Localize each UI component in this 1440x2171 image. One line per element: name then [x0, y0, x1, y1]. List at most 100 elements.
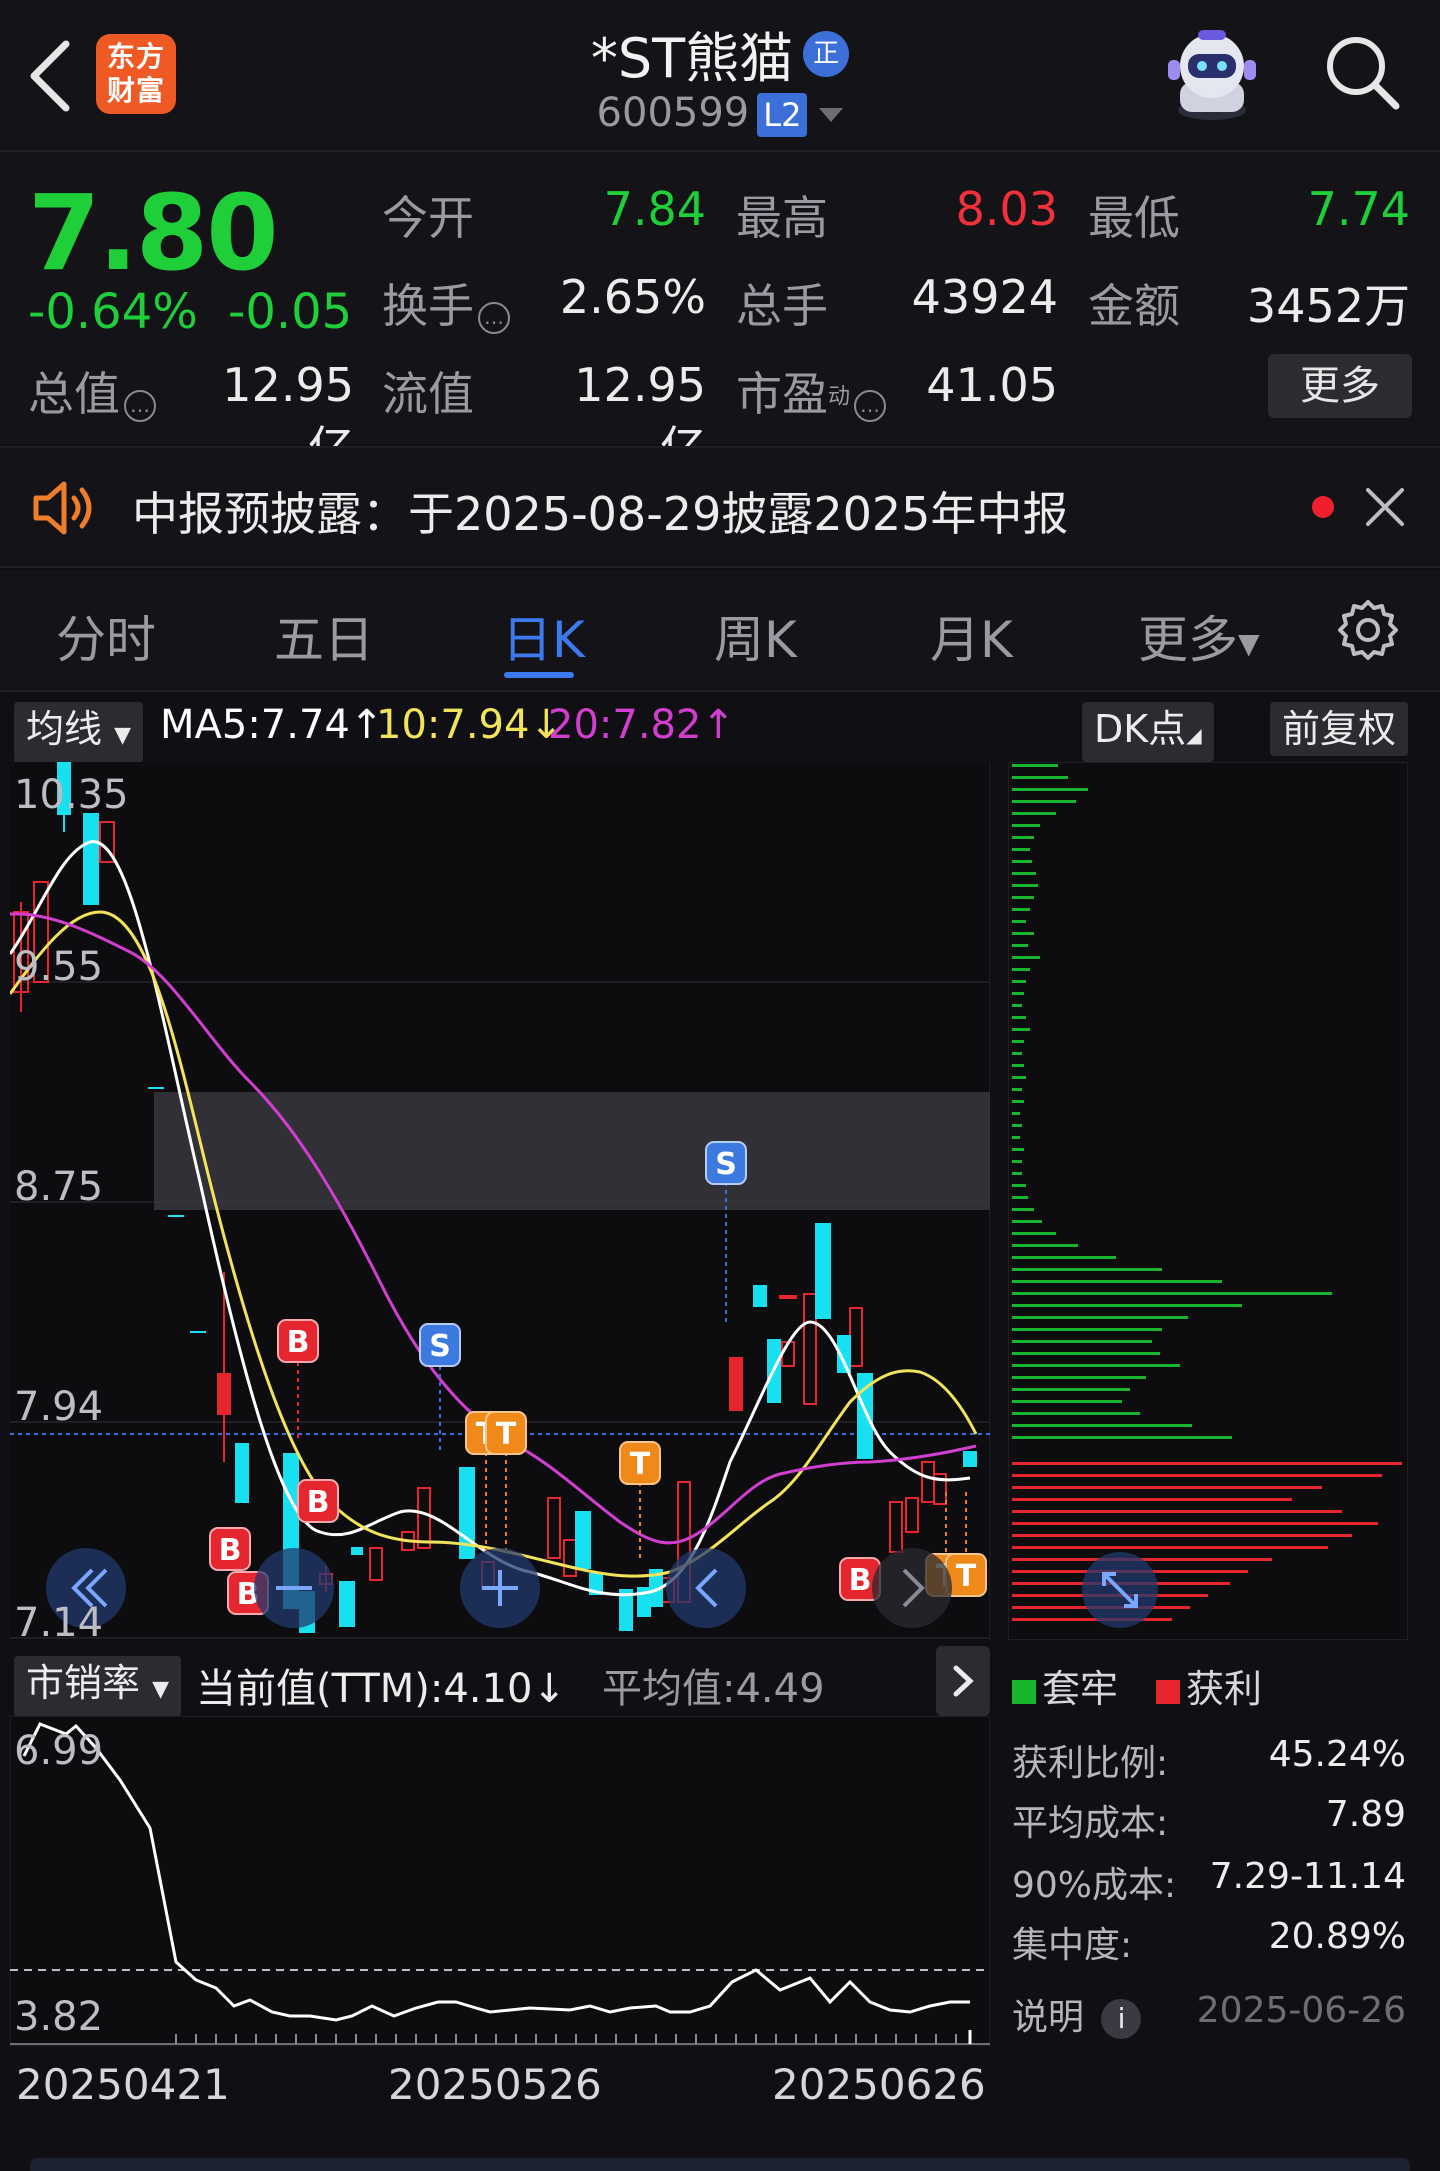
corner-triangle-icon: ◢: [1186, 723, 1202, 747]
arrow-down-icon: ↓: [532, 1666, 566, 1712]
buy-marker: B: [209, 1527, 251, 1571]
level2-badge: L2: [757, 93, 808, 137]
active-tab-indicator: [504, 672, 574, 678]
sub-y-tick: 3.82: [14, 1994, 104, 2040]
speaker-icon: [33, 481, 92, 535]
t-marker: T: [619, 1441, 661, 1485]
gear-icon[interactable]: [1336, 598, 1400, 662]
dropdown-triangle-icon: ▼: [114, 723, 132, 748]
more-button[interactable]: 更多: [1268, 354, 1412, 418]
dropdown-triangle-icon: ▼: [152, 1677, 170, 1702]
tab-more[interactable]: 更多▼: [1138, 600, 1260, 672]
tab-daily-k[interactable]: 日K: [502, 600, 585, 672]
info-icon: …: [478, 301, 510, 334]
current-price: 7.80: [28, 172, 279, 294]
y-tick: 7.94: [14, 1384, 104, 1430]
zoom-in-button[interactable]: [460, 1548, 540, 1628]
y-tick: 8.75: [14, 1164, 104, 1210]
high-value: 8.03: [955, 182, 1058, 236]
adjust-toggle[interactable]: 前复权: [1270, 702, 1409, 756]
legend-trapped: 套牢: [1012, 1658, 1118, 1713]
chevron-down-icon: [819, 108, 844, 122]
tab-five-day[interactable]: 五日: [274, 600, 374, 672]
buy-marker-label: B: [307, 1485, 330, 1520]
y-tick: 9.55: [14, 944, 104, 990]
ma20-value: 20:7.82: [548, 702, 702, 748]
turnover-value: 2.65%: [559, 270, 706, 324]
t-marker-label: T: [956, 1559, 977, 1594]
t-marker: T: [945, 1553, 987, 1597]
caret-down-icon: ▼: [1238, 627, 1260, 660]
scroll-right-button[interactable]: [872, 1548, 952, 1628]
chip-distribution-chart[interactable]: [1008, 762, 1408, 1640]
candlestick-chart[interactable]: B B B B B S S T T T T T: [10, 762, 990, 1640]
legend-swatch: [1012, 1679, 1036, 1704]
bottom-edge-bar: [30, 2158, 1410, 2171]
market-cap-label: 总值: [28, 367, 120, 421]
indicator-selector[interactable]: 市销率 ▼: [14, 1656, 182, 1717]
legend-profit-label: 获利: [1186, 1667, 1263, 1711]
ma-selector[interactable]: 均线 ▼: [14, 702, 144, 763]
ma5-value: MA5:7.74: [160, 702, 350, 748]
float-cap-label: 流值: [382, 367, 474, 421]
avg-cost-label: 平均成本:: [1012, 1803, 1169, 1844]
dk-point-toggle[interactable]: DK点◢: [1082, 702, 1214, 762]
turnover-label: 换手: [382, 279, 474, 333]
ma10-readout: 10:7.94↓: [376, 702, 563, 748]
pe-label: 市盈: [736, 367, 828, 421]
period-tabs: 分时 五日 日K 周K 月K 更多▼: [0, 570, 1440, 692]
robot-assistant-icon[interactable]: [1160, 24, 1264, 124]
ma10-value: 10:7.94: [376, 702, 530, 748]
volume-label: 总手: [736, 279, 828, 333]
ps-ratio-chart[interactable]: [10, 1716, 990, 2046]
y-tick: 7.14: [14, 1600, 104, 1646]
explanation-link[interactable]: 说明 i: [1012, 1988, 1142, 2040]
amount-label: 金额: [1088, 279, 1180, 333]
tab-intraday[interactable]: 分时: [56, 600, 156, 672]
buy-marker: B: [277, 1319, 319, 1363]
sell-marker: S: [705, 1141, 747, 1185]
ma5-readout: MA5:7.74↑: [160, 702, 383, 748]
sub-indicator-header: 市销率 ▼ 当前值(TTM):4.10↓ 平均值:4.49: [0, 1648, 990, 1717]
profit-ratio-label: 获利比例:: [1012, 1743, 1169, 1784]
expand-button[interactable]: [1082, 1552, 1158, 1628]
sell-marker-label: S: [715, 1147, 737, 1182]
ma20-readout: 20:7.82↑: [548, 702, 735, 748]
turnover-label-wrap[interactable]: 换手…: [382, 270, 510, 336]
unread-dot: [1312, 496, 1334, 518]
scroll-left-button[interactable]: [666, 1548, 746, 1628]
cost-range-label: 90%成本:: [1012, 1865, 1177, 1906]
notice-bar[interactable]: 中报预披露：于2025-08-29披露2025年中报: [0, 446, 1440, 568]
concentration-value: 20.89%: [1268, 1916, 1406, 1957]
pressure-zone: [154, 1092, 990, 1210]
zoom-out-button[interactable]: [254, 1548, 334, 1628]
expand-indicator-button[interactable]: [936, 1646, 990, 1716]
buy-marker-label: B: [849, 1563, 872, 1598]
pe-label-wrap[interactable]: 市盈动…: [736, 358, 887, 424]
t-marker: T: [485, 1411, 527, 1455]
tab-monthly-k[interactable]: 月K: [930, 600, 1013, 672]
chart-header: 均线 ▼ MA5:7.74↑ 10:7.94↓ 20:7.82↑ DK点◢ 前复…: [0, 694, 1440, 763]
avg-cost-value: 7.89: [1325, 1794, 1406, 1835]
explanation-label: 说明: [1012, 1997, 1085, 2038]
t-marker-label: T: [630, 1447, 651, 1482]
buy-marker: B: [297, 1479, 339, 1523]
amount-value: 3452万: [1246, 279, 1410, 333]
close-icon[interactable]: [1362, 484, 1408, 530]
x-axis-label: 20250421: [16, 2060, 230, 2109]
low-value: 7.74: [1307, 182, 1410, 236]
market-cap-label-wrap[interactable]: 总值…: [28, 358, 156, 424]
x-axis-label: 20250526: [388, 2060, 602, 2109]
info-icon: …: [124, 389, 156, 422]
ma-selector-label: 均线: [26, 707, 103, 751]
info-icon: i: [1101, 1999, 1142, 2039]
high-label: 最高: [736, 191, 828, 245]
search-icon[interactable]: [1320, 30, 1404, 114]
sub-y-tick: 6.99: [14, 1728, 104, 1774]
tab-weekly-k[interactable]: 周K: [714, 600, 797, 672]
sell-marker: S: [419, 1323, 461, 1367]
legend-profit: 获利: [1156, 1658, 1262, 1713]
profit-ratio-value: 45.24%: [1268, 1734, 1406, 1775]
t-marker-label: T: [496, 1417, 517, 1452]
cost-range-value: 7.29-11.14: [1209, 1856, 1406, 1897]
